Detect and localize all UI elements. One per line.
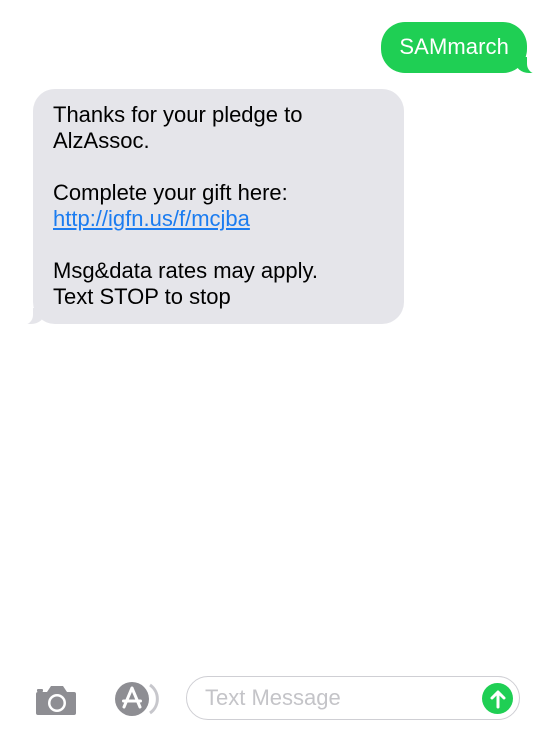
sent-message: SAMmarch [381, 22, 535, 74]
message-input[interactable] [205, 677, 465, 719]
messages-screen: SAMmarch Thanks for your pledge to AlzAs… [0, 0, 535, 729]
gift-link[interactable]: http://igfn.us/f/mcjba [53, 206, 386, 232]
received-line-4: Msg&data rates may apply. [53, 258, 318, 283]
app-store-icon [115, 682, 159, 716]
received-line-2: AlzAssoc. [53, 128, 150, 153]
received-line-5: Text STOP to stop [53, 284, 231, 309]
send-button[interactable] [482, 683, 513, 714]
sent-bubble[interactable]: SAMmarch [381, 22, 535, 74]
send-arrow-icon [490, 690, 505, 708]
camera-button[interactable] [34, 683, 78, 717]
received-message: Thanks for your pledge to AlzAssoc. Comp… [19, 89, 404, 325]
received-bubble[interactable]: Thanks for your pledge to AlzAssoc. Comp… [19, 89, 404, 325]
camera-icon [36, 686, 76, 715]
received-line-1: Thanks for your pledge to [53, 102, 303, 127]
app-store-button[interactable] [110, 679, 164, 719]
composer-bar [0, 676, 535, 722]
sent-text: SAMmarch [399, 34, 509, 59]
message-field[interactable] [186, 676, 520, 720]
received-line-3: Complete your gift here: [53, 180, 288, 205]
